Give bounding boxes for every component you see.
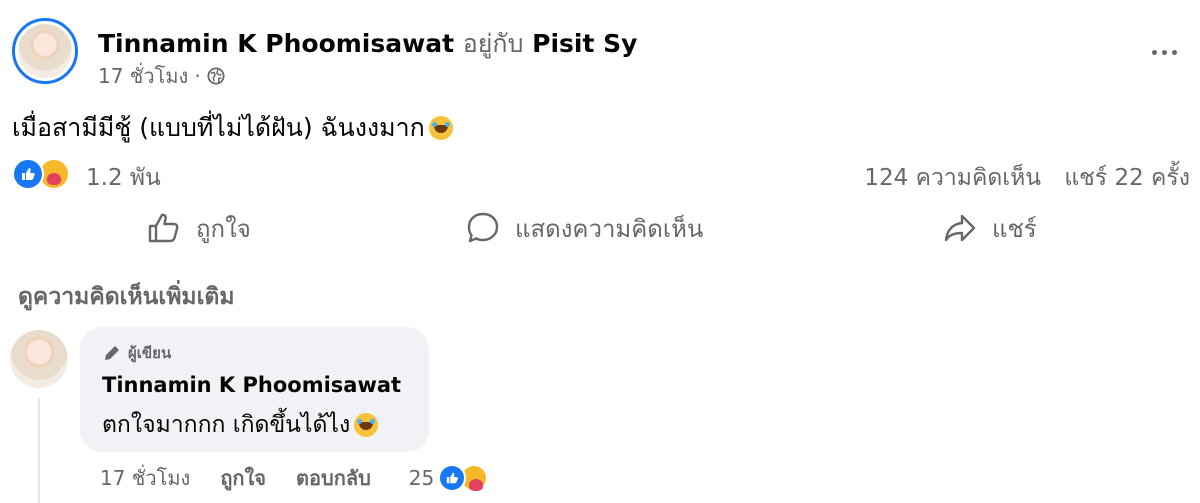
like-reaction-icon xyxy=(12,158,44,190)
like-reaction-icon xyxy=(438,464,467,492)
post-meta: 17 ชั่วโมง · xyxy=(98,60,225,92)
post-text: เมื่อสามีมีชู้ (แบบที่ไม่ได้ฝัน) ฉันงงมา… xyxy=(12,108,453,148)
like-button[interactable]: ถูกใจ xyxy=(146,200,251,256)
thread-line xyxy=(38,398,40,503)
author-avatar[interactable] xyxy=(12,18,78,84)
author-line: Tinnamin K Phoomisawat อยู่กับ Pisit Sy xyxy=(98,24,637,64)
action-bar: ถูกใจ แสดงความคิดเห็น แชร์ xyxy=(0,200,1200,256)
share-arrow-icon xyxy=(944,214,976,242)
engagement-counts: 124 ความคิดเห็น แชร์ 22 ครั้ง xyxy=(864,160,1190,196)
comment-author[interactable]: Tinnamin K Phoomisawat xyxy=(102,373,401,397)
dot-icon xyxy=(1151,49,1157,55)
comment-meta: 17 ชั่วโมง ถูกใจ ตอบกลับ 25 xyxy=(100,462,489,494)
author-badge-label: ผู้เขียน xyxy=(128,344,172,362)
globe-icon xyxy=(207,67,225,85)
comment-time[interactable]: 17 ชั่วโมง xyxy=(100,462,190,494)
comment-reactions[interactable]: 25 xyxy=(401,464,489,492)
comment-count[interactable]: 124 ความคิดเห็น xyxy=(864,165,1041,191)
comment-reply-link[interactable]: ตอบกลับ xyxy=(296,462,371,494)
with-label: อยู่กับ xyxy=(462,29,524,58)
reaction-count[interactable]: 1.2 พัน xyxy=(86,160,161,196)
post-header: Tinnamin K Phoomisawat อยู่กับ Pisit Sy … xyxy=(10,18,1190,88)
view-more-comments-link[interactable]: ดูความคิดเห็นเพิ่มเติม xyxy=(18,279,235,315)
share-button[interactable]: แชร์ xyxy=(942,200,1037,256)
author-name[interactable]: Tinnamin K Phoomisawat xyxy=(98,29,454,58)
comment-bubble: ผู้เขียน Tinnamin K Phoomisawat ตกใจมากก… xyxy=(80,327,429,452)
comment-text: ตกใจมากกก เกิดขึ้นได้ไง xyxy=(102,407,379,443)
pencil-icon xyxy=(105,346,119,360)
dot-icon xyxy=(1161,49,1167,55)
thumbs-up-icon xyxy=(148,213,179,243)
share-count[interactable]: แชร์ 22 ครั้ง xyxy=(1064,165,1190,191)
comment-text-content: ตกใจมากกก เกิดขึ้นได้ไง xyxy=(102,412,351,438)
dot-icon xyxy=(1171,49,1177,55)
like-label: ถูกใจ xyxy=(196,214,251,243)
comment-reaction-count: 25 xyxy=(408,466,435,490)
commenter-avatar[interactable] xyxy=(10,330,68,388)
comment-like-link[interactable]: ถูกใจ xyxy=(220,462,266,494)
author-badge: ผู้เขียน xyxy=(102,341,171,365)
post-text-content: เมื่อสามีมีชู้ (แบบที่ไม่ได้ฝัน) ฉันงงมา… xyxy=(12,113,425,142)
tagged-name[interactable]: Pisit Sy xyxy=(532,29,637,58)
post-time[interactable]: 17 ชั่วโมง xyxy=(98,60,188,92)
more-options-button[interactable] xyxy=(1144,38,1184,66)
rofl-emoji-icon xyxy=(428,116,453,140)
comment-button[interactable]: แสดงความคิดเห็น xyxy=(465,200,703,256)
share-label: แชร์ xyxy=(992,214,1037,243)
comment-label: แสดงความคิดเห็น xyxy=(515,214,704,243)
comment-bubble-icon xyxy=(467,212,499,243)
post-stats: 1.2 พัน 124 ความคิดเห็น แชร์ 22 ครั้ง xyxy=(12,158,1190,192)
laughing-emoji-icon xyxy=(354,413,379,437)
reaction-icons[interactable] xyxy=(12,158,70,190)
meta-separator: · xyxy=(194,64,201,88)
